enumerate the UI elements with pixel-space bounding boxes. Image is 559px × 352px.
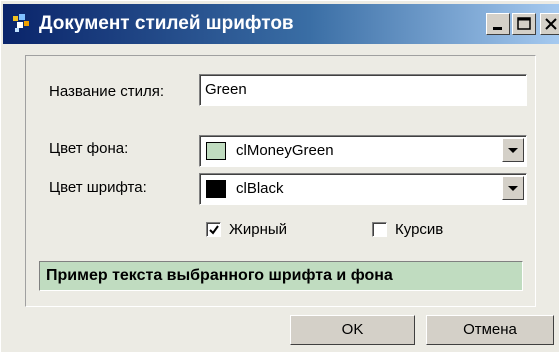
close-icon xyxy=(545,18,557,30)
italic-checkbox[interactable] xyxy=(372,222,387,237)
chevron-down-icon xyxy=(508,148,518,153)
bg-color-swatch xyxy=(206,142,226,160)
bg-color-value: clMoneyGreen xyxy=(236,142,334,159)
bg-color-dropdown-button[interactable] xyxy=(502,138,524,162)
title-bar[interactable]: Документ стилей шрифтов xyxy=(3,4,559,44)
style-name-input[interactable]: Green xyxy=(199,74,527,106)
font-color-swatch xyxy=(206,180,226,198)
font-style-dialog: Документ стилей шрифтов Название стиля: … xyxy=(0,0,559,352)
font-color-value: clBlack xyxy=(236,180,284,197)
window-title: Документ стилей шрифтов xyxy=(39,13,294,34)
font-color-select[interactable]: clBlack xyxy=(199,173,527,205)
style-name-label: Название стиля: xyxy=(49,83,164,100)
chevron-down-icon xyxy=(508,186,518,191)
font-color-label: Цвет шрифта: xyxy=(49,179,147,196)
font-preview: Пример текста выбранного шрифта и фона xyxy=(39,261,523,291)
ok-button[interactable]: OK xyxy=(290,315,415,345)
bold-checkbox[interactable] xyxy=(206,222,221,237)
font-color-dropdown-button[interactable] xyxy=(502,176,524,200)
maximize-button[interactable] xyxy=(512,13,536,35)
app-icon xyxy=(13,14,29,32)
cancel-button[interactable]: Отмена xyxy=(426,315,554,345)
bold-label[interactable]: Жирный xyxy=(229,221,287,238)
maximize-icon xyxy=(517,17,531,30)
minimize-button[interactable] xyxy=(486,13,510,35)
bg-color-select[interactable]: clMoneyGreen xyxy=(199,135,527,167)
italic-label[interactable]: Курсив xyxy=(395,221,443,238)
bg-color-label: Цвет фона: xyxy=(49,140,129,157)
close-button[interactable] xyxy=(540,13,559,35)
check-icon xyxy=(209,225,219,235)
minimize-icon xyxy=(493,27,502,30)
